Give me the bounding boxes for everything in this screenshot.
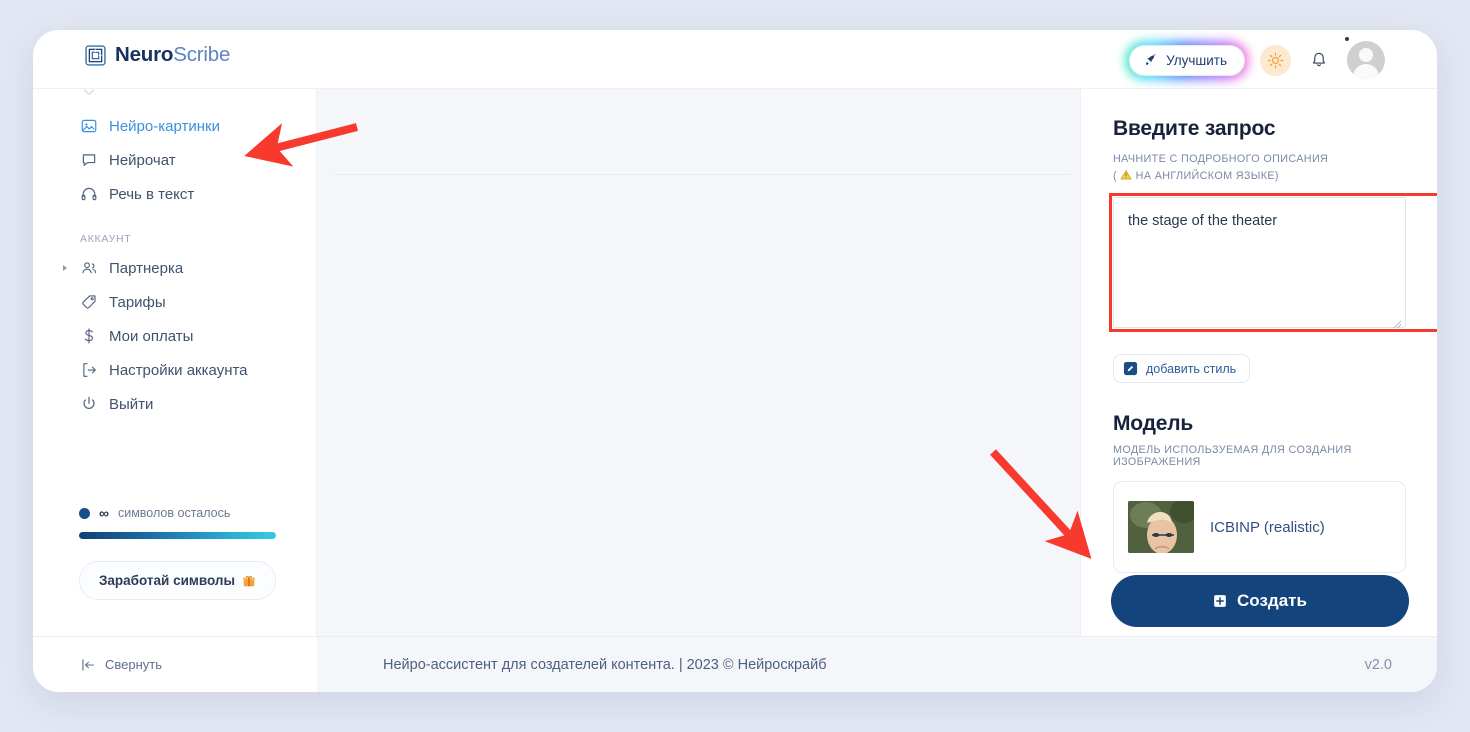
generation-settings-panel: Введите запрос НАЧНИТЕ С ПОДРОБНОГО ОПИС… bbox=[1080, 89, 1437, 637]
dollar-icon bbox=[84, 328, 94, 344]
quota-amount: ∞ bbox=[99, 505, 109, 521]
create-button-label: Создать bbox=[1237, 591, 1307, 610]
users-icon bbox=[82, 262, 97, 274]
main-content-area bbox=[317, 89, 1080, 637]
collapse-sidebar-label: Свернуть bbox=[105, 657, 163, 672]
model-option-card[interactable]: ICBINP (realistic) bbox=[1113, 481, 1406, 574]
footer-text: Нейро-ассистент для создателей контента.… bbox=[383, 656, 827, 673]
footer-version: v2.0 bbox=[1364, 656, 1392, 673]
edit-pencil-icon bbox=[1123, 362, 1138, 376]
sidebar-item-partnership[interactable]: Партнерка bbox=[33, 251, 316, 285]
collapse-left-icon bbox=[82, 658, 95, 671]
add-style-label: добавить стиль bbox=[1146, 361, 1237, 376]
improve-button[interactable]: Улучшить bbox=[1129, 44, 1245, 76]
avatar[interactable] bbox=[1347, 41, 1385, 79]
notifications-button[interactable] bbox=[1306, 37, 1349, 74]
chevron-down-icon bbox=[83, 89, 95, 96]
sidebar: Нейро-картинки Нейрочат Речь в текст АКК… bbox=[33, 89, 317, 692]
prompt-input-wrap bbox=[1109, 193, 1437, 333]
sidebar-item-label: Нейрочат bbox=[109, 151, 176, 169]
chat-bubble-icon bbox=[82, 154, 96, 166]
brand-name-bold: Neuro bbox=[115, 43, 174, 66]
quota-label-row: ∞ символов осталось bbox=[79, 505, 276, 521]
improve-button-label: Улучшить bbox=[1166, 52, 1227, 68]
quota-label: символов осталось bbox=[117, 506, 231, 520]
sidebar-primary-nav: Нейро-картинки Нейрочат Речь в текст АКК… bbox=[33, 109, 316, 421]
content-divider bbox=[335, 174, 1070, 175]
earn-symbols-label: Заработай символы bbox=[98, 573, 236, 588]
prompt-hint-line2: НА АНГЛИЙСКОМ ЯЗЫКЕ) bbox=[1135, 169, 1279, 182]
sidebar-item-logout[interactable]: Выйти bbox=[33, 387, 316, 421]
brand-name: NeuroScribe bbox=[115, 43, 230, 67]
sidebar-item-tariffs[interactable]: Тарифы bbox=[33, 285, 316, 319]
add-style-button[interactable]: добавить стиль bbox=[1113, 354, 1251, 384]
prompt-textarea[interactable] bbox=[1113, 197, 1406, 329]
sidebar-item-label: Мои оплаты bbox=[109, 327, 194, 345]
sidebar-section-account: АККАУНТ bbox=[80, 233, 132, 245]
sidebar-item-neuro-chat[interactable]: Нейрочат bbox=[33, 143, 316, 177]
sidebar-item-label: Тарифы bbox=[109, 293, 166, 311]
tag-icon bbox=[82, 295, 96, 309]
prompt-hint: НАЧНИТЕ С ПОДРОБНОГО ОПИСАНИЯ ( НА АНГЛИ… bbox=[1113, 151, 1406, 184]
quota-progress-bar bbox=[79, 532, 276, 539]
model-option-name: ICBINP (realistic) bbox=[1210, 518, 1325, 536]
rocket-icon bbox=[1146, 53, 1156, 65]
sidebar-item-my-payments[interactable]: Мои оплаты bbox=[33, 319, 316, 353]
create-button[interactable]: Создать bbox=[1111, 575, 1409, 627]
quota-section: ∞ символов осталось Заработай символы bbox=[33, 505, 316, 600]
sidebar-item-label: Настройки аккаунта bbox=[109, 361, 248, 379]
sidebar-item-label: Выйти bbox=[109, 395, 154, 413]
app-header: NeuroScribe Улучшить bbox=[33, 30, 1437, 89]
prompt-section-title: Введите запрос bbox=[1113, 117, 1276, 140]
bell-icon bbox=[1313, 52, 1325, 67]
plus-square-icon bbox=[1214, 595, 1226, 607]
spiral-square-logo-icon bbox=[85, 44, 106, 66]
theme-toggle-button[interactable] bbox=[1260, 44, 1291, 76]
brand-logo[interactable]: NeuroScribe bbox=[85, 43, 230, 67]
portrait-thumbnail-icon bbox=[1128, 501, 1194, 554]
image-icon bbox=[81, 119, 97, 133]
sidebar-item-account-settings[interactable]: Настройки аккаунта bbox=[33, 353, 316, 387]
app-window: NeuroScribe Улучшить Нейро-картинки Нейр… bbox=[33, 30, 1437, 692]
prompt-hint-paren: ( bbox=[1113, 169, 1117, 182]
logout-bracket-icon bbox=[83, 363, 96, 377]
collapse-sidebar-button[interactable]: Свернуть bbox=[33, 636, 317, 692]
power-icon bbox=[83, 396, 95, 409]
sun-icon bbox=[1267, 52, 1284, 68]
earn-symbols-button[interactable]: Заработай символы bbox=[79, 561, 276, 600]
screenshot-root: NeuroScribe Улучшить Нейро-картинки Нейр… bbox=[0, 0, 1470, 732]
sidebar-item-label: Нейро-картинки bbox=[109, 117, 220, 135]
notification-dot bbox=[1345, 37, 1349, 41]
app-footer: Нейро-ассистент для создателей контента.… bbox=[317, 636, 1437, 692]
prompt-hint-line1: НАЧНИТЕ С ПОДРОБНОГО ОПИСАНИЯ bbox=[1113, 153, 1329, 165]
sidebar-item-label: Речь в текст bbox=[109, 185, 195, 203]
expand-caret-icon bbox=[63, 265, 67, 271]
sidebar-item-label: Партнерка bbox=[109, 259, 184, 277]
warning-triangle-icon bbox=[1120, 170, 1132, 180]
model-thumbnail bbox=[1128, 501, 1194, 554]
sidebar-item-speech-to-text[interactable]: Речь в текст bbox=[33, 177, 316, 211]
headphones-icon bbox=[81, 187, 97, 201]
model-section-title: Модель bbox=[1113, 412, 1194, 436]
brand-name-light: Scribe bbox=[173, 43, 231, 66]
improve-button-wrap: Улучшить bbox=[1125, 40, 1249, 80]
model-section-subtitle: МОДЕЛЬ ИСПОЛЬЗУЕМАЯ ДЛЯ СОЗДАНИЯ ИЗОБРАЖ… bbox=[1113, 444, 1352, 469]
sidebar-item-neuro-pictures[interactable]: Нейро-картинки bbox=[33, 109, 316, 143]
quota-dot-icon bbox=[79, 507, 90, 519]
gift-icon bbox=[243, 575, 255, 586]
sidebar-item-clipped[interactable] bbox=[33, 89, 316, 109]
header-actions: Улучшить bbox=[1125, 37, 1385, 82]
